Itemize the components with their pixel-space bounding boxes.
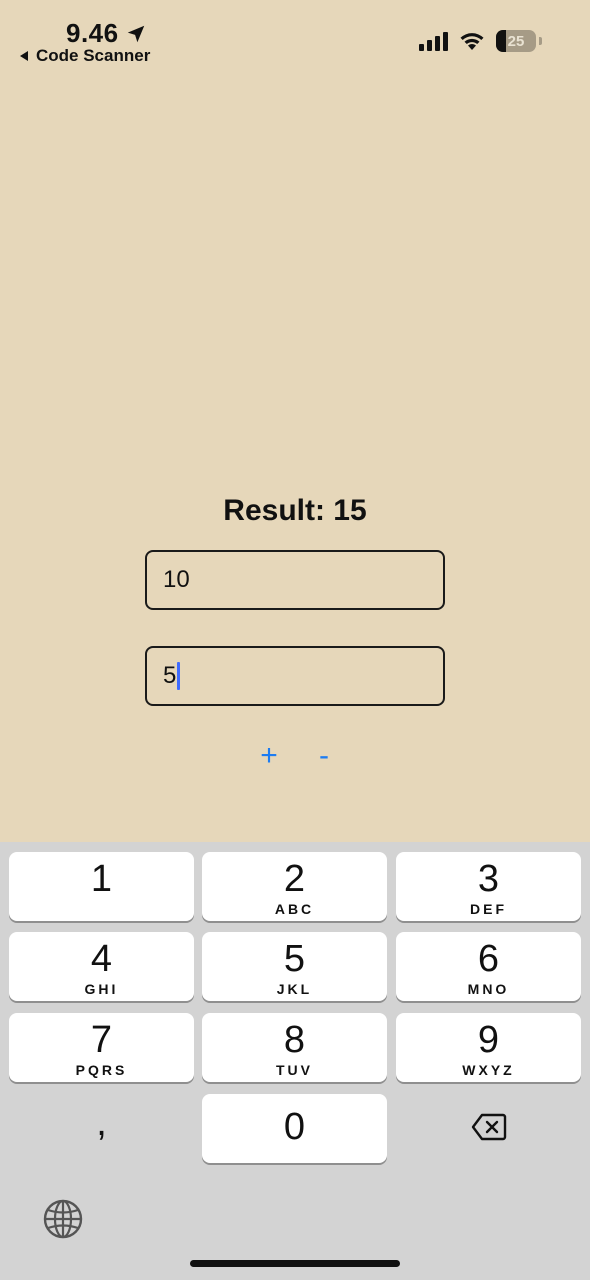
key-letters: TUV (276, 1062, 313, 1078)
comma-label: , (96, 1102, 107, 1144)
key-digit: 7 (90, 1019, 113, 1061)
key-letters: MNO (467, 981, 510, 997)
second-number-input[interactable]: 5 (145, 646, 445, 706)
clock: 9.46 (66, 18, 147, 49)
key-digit: 6 (477, 938, 500, 980)
second-number-value: 5 (163, 662, 177, 689)
operation-buttons: + - (0, 736, 590, 776)
status-time: 9.46 (66, 18, 119, 48)
battery-percent: 25 (507, 32, 525, 50)
key-9[interactable]: 9 WXYZ (396, 1013, 581, 1082)
key-3[interactable]: 3 DEF (396, 852, 581, 921)
key-4[interactable]: 4 GHI (9, 932, 194, 1001)
key-letters: WXYZ (462, 1062, 515, 1078)
key-5[interactable]: 5 JKL (202, 932, 387, 1001)
first-number-value: 10 (163, 566, 190, 593)
back-to-app-link[interactable]: Code Scanner (18, 46, 150, 66)
key-0[interactable]: 0 (202, 1094, 387, 1163)
key-letters: PQRS (75, 1062, 128, 1078)
key-digit: 0 (283, 1106, 306, 1148)
home-indicator[interactable] (190, 1260, 400, 1267)
key-digit: 1 (90, 858, 113, 900)
key-digit: 5 (283, 938, 306, 980)
cellular-signal-icon (419, 31, 448, 51)
globe-icon[interactable] (42, 1198, 84, 1240)
key-8[interactable]: 8 TUV (202, 1013, 387, 1082)
first-number-input[interactable]: 10 (145, 550, 445, 610)
result-label: Result: 15 (223, 494, 367, 527)
location-arrow-icon (127, 25, 144, 42)
numeric-keyboard: 1 2 ABC 3 DEF 4 GHI 5 JKL 6 MNO 7 PQRS 8… (0, 842, 590, 1280)
status-bar: 9.46 Code Scanner 25 (0, 0, 590, 80)
key-7[interactable]: 7 PQRS (9, 1013, 194, 1082)
text-caret (177, 662, 181, 690)
subtract-button[interactable]: - (304, 736, 344, 776)
key-letters: DEF (470, 901, 507, 917)
back-triangle-icon (20, 51, 28, 61)
key-6[interactable]: 6 MNO (396, 932, 581, 1001)
key-comma[interactable]: , (9, 1094, 194, 1163)
key-digit: 4 (90, 938, 113, 980)
add-button[interactable]: + (249, 736, 289, 776)
back-app-label: Code Scanner (36, 46, 151, 65)
backspace-icon (471, 1113, 507, 1141)
key-digit: 3 (477, 858, 500, 900)
key-digit: 2 (283, 858, 306, 900)
key-letters: GHI (84, 981, 119, 997)
key-digit: 9 (477, 1019, 500, 1061)
battery-tip (539, 37, 542, 45)
key-2[interactable]: 2 ABC (202, 852, 387, 921)
key-digit: 8 (283, 1019, 306, 1061)
battery-icon: 25 (496, 30, 536, 52)
status-indicators: 25 (419, 30, 542, 52)
key-letters: JKL (276, 981, 313, 997)
key-backspace[interactable] (396, 1094, 581, 1163)
wifi-icon (460, 33, 484, 50)
key-1[interactable]: 1 (9, 852, 194, 921)
key-letters: ABC (274, 901, 315, 917)
